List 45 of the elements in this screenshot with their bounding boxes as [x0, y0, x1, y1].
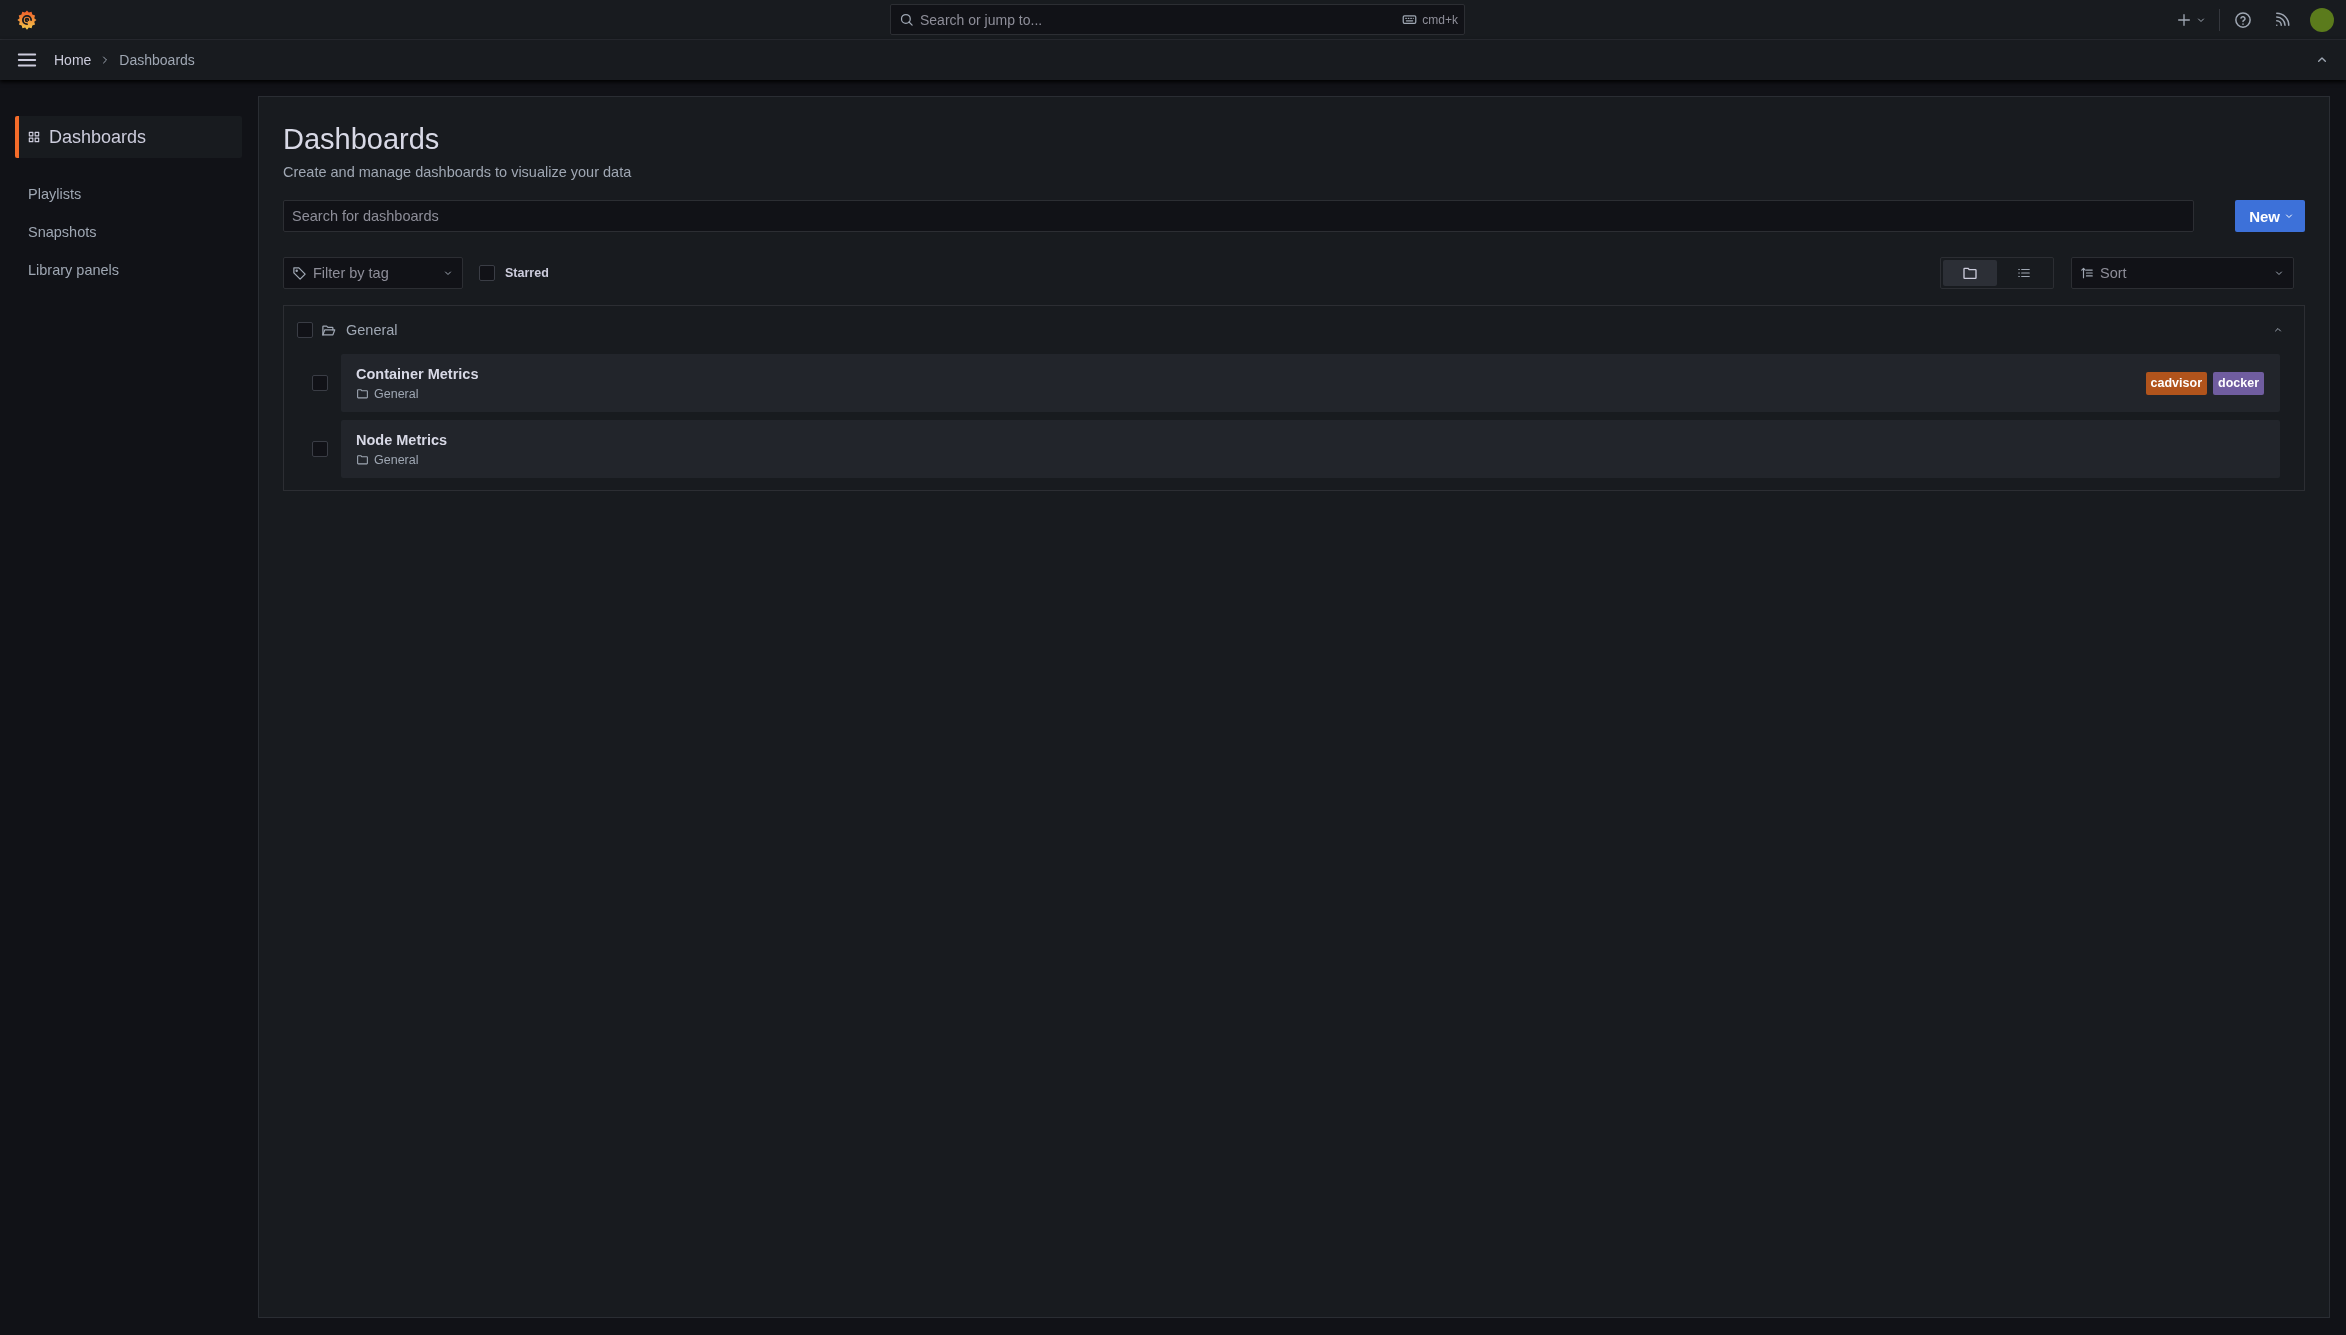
sidebar-item[interactable]: Snapshots — [15, 213, 242, 251]
folder-view-button[interactable] — [1943, 260, 1997, 286]
keyboard-icon — [1402, 12, 1418, 27]
search-field[interactable]: Search for dashboards — [283, 200, 2195, 232]
help-icon[interactable] — [2234, 10, 2252, 29]
sidebar-item[interactable]: Library panels — [15, 251, 242, 289]
dashboard-row[interactable]: Node Metrics General — [341, 420, 2280, 478]
avatar[interactable] — [2310, 7, 2334, 32]
folder-open-icon — [321, 322, 336, 338]
folder-label: General — [374, 452, 419, 467]
checkbox[interactable] — [479, 265, 495, 281]
checkbox[interactable] — [297, 322, 313, 338]
checkbox[interactable] — [312, 375, 328, 391]
starred-label: Starred — [505, 266, 549, 280]
dashboard-title: Node Metrics — [356, 431, 448, 448]
tag-filter-dropdown[interactable]: Filter by tag — [283, 257, 463, 289]
new-button[interactable]: New — [2235, 200, 2305, 232]
folder-icon — [356, 387, 369, 400]
rss-feed-icon[interactable] — [2273, 10, 2291, 29]
sidebar-item[interactable]: Dashboards — [15, 116, 242, 158]
grid-icon — [27, 130, 41, 144]
logo-icon — [16, 8, 38, 31]
sort-icon — [2080, 266, 2094, 280]
plus-icon — [2176, 11, 2192, 28]
search-field[interactable]: Search or jump to... cmd+k — [890, 4, 1465, 35]
shortcut-hint: cmd+k — [1422, 12, 1458, 27]
list-icon — [2017, 266, 2031, 280]
tag[interactable]: cadvisor — [2145, 371, 2207, 395]
breadcrumb-current: Dashboards — [119, 52, 195, 68]
folder-name[interactable]: General — [346, 322, 398, 338]
dashboard-title: Container Metrics — [356, 365, 479, 382]
tag-icon — [292, 265, 307, 281]
checkbox[interactable] — [312, 441, 328, 457]
sidebar-item[interactable]: Playlists — [15, 175, 242, 213]
dashboard-row[interactable]: Container Metrics General cadvisor docker — [341, 354, 2280, 412]
folder-icon — [1962, 265, 1978, 281]
add-button[interactable] — [2176, 11, 2207, 28]
search-icon — [899, 12, 914, 27]
folder-icon — [356, 453, 369, 466]
sort-dropdown[interactable]: Sort — [2071, 257, 2294, 289]
breadcrumb-link[interactable]: Home — [54, 52, 92, 68]
page-subtitle: Create and manage dashboards to visualize your data — [283, 163, 633, 182]
folder-label: General — [374, 386, 419, 401]
tag[interactable]: docker — [2213, 371, 2264, 395]
page-title: Dashboards — [283, 122, 441, 157]
